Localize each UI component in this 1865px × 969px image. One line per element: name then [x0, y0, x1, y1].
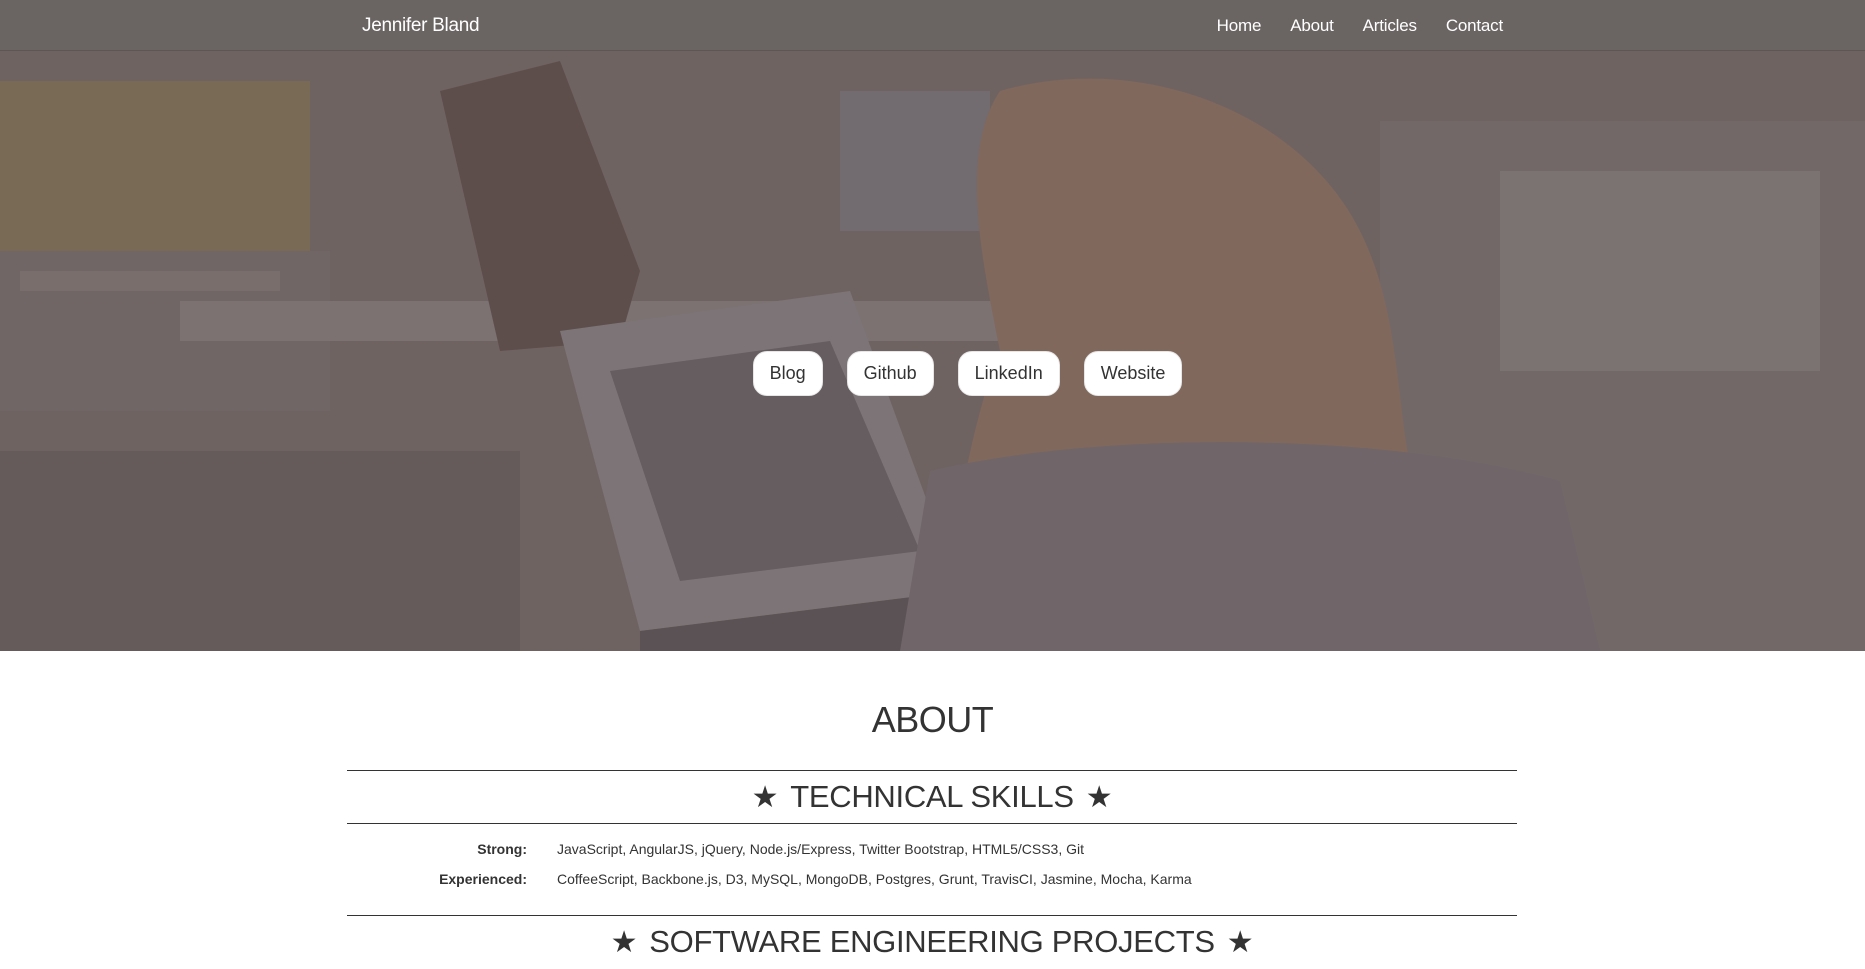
nav-link-contact[interactable]: Contact [1446, 16, 1503, 36]
about-title: ABOUT [871, 699, 994, 740]
github-button[interactable]: Github [846, 351, 934, 396]
nav-link-articles[interactable]: Articles [1363, 16, 1417, 36]
star-icon: ★ [1226, 926, 1254, 959]
skill-row-experienced: Experienced: CoffeeScript, Backbone.js, … [347, 864, 1517, 894]
linkedin-button[interactable]: LinkedIn [957, 351, 1060, 396]
top-navbar: Jennifer Bland Home About Articles Conta… [0, 0, 1865, 51]
skill-label: Strong: [477, 841, 527, 857]
hero-banner: Blog Github LinkedIn Website [0, 51, 1865, 651]
star-icon: ★ [751, 781, 779, 814]
star-icon: ★ [1085, 781, 1113, 814]
nav-links: Home About Articles Contact [1217, 0, 1504, 51]
nav-link-about[interactable]: About [1290, 16, 1334, 36]
blog-button[interactable]: Blog [752, 351, 823, 396]
skill-value: JavaScript, AngularJS, jQuery, Node.js/E… [557, 841, 1085, 857]
skill-row-strong: Strong: JavaScript, AngularJS, jQuery, N… [347, 834, 1517, 864]
about-section: ABOUT ★ TECHNICAL SKILLS ★ Strong: JavaScr… [0, 651, 1865, 959]
nav-link-home[interactable]: Home [1217, 16, 1262, 36]
social-links: Blog Github LinkedIn Website [0, 351, 1865, 396]
technical-skills-title: TECHNICAL SKILLS [790, 779, 1074, 814]
technical-skills-heading: ★ TECHNICAL SKILLS ★ [347, 770, 1517, 824]
star-icon: ★ [610, 926, 638, 959]
website-button[interactable]: Website [1083, 351, 1183, 396]
skill-label: Experienced: [439, 871, 527, 887]
skill-value: CoffeeScript, Backbone.js, D3, MySQL, Mo… [557, 871, 1192, 887]
skills-table: Strong: JavaScript, AngularJS, jQuery, N… [347, 834, 1517, 894]
projects-title: SOFTWARE ENGINEERING PROJECTS [649, 924, 1215, 959]
brand-link[interactable]: Jennifer Bland [362, 0, 480, 51]
